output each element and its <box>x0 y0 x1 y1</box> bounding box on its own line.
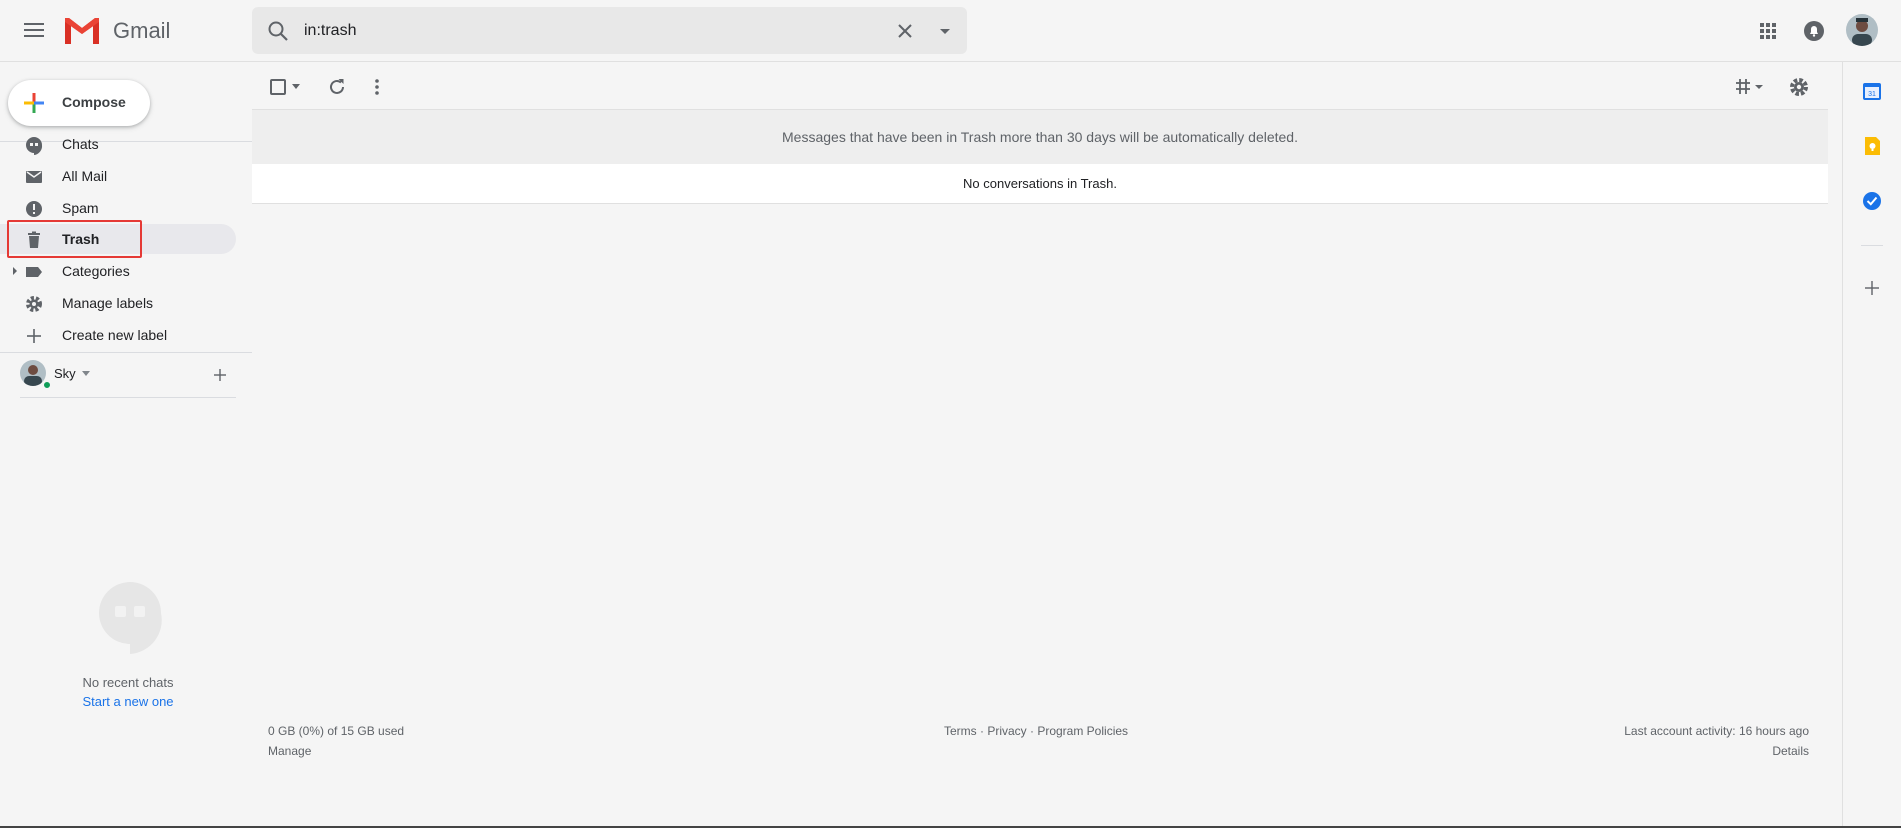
trash-retention-notice: Messages that have been in Trash more th… <box>252 110 1828 164</box>
more-options-icon[interactable] <box>366 76 388 98</box>
plus-icon <box>27 329 41 343</box>
main-menu-icon[interactable] <box>18 14 50 46</box>
account-avatar[interactable] <box>1846 14 1878 46</box>
storage-info: 0 GB (0%) of 15 GB used Manage <box>268 721 404 761</box>
sidebar-item-label: Manage labels <box>62 295 154 311</box>
sidebar-item-label: Chats <box>62 136 99 152</box>
trash-icon <box>28 231 40 248</box>
sidebar-item-label: All Mail <box>62 168 108 184</box>
hangouts-chat-icon <box>99 582 162 654</box>
sidebar-divider <box>20 397 236 398</box>
start-new-chat-link[interactable]: Start a new one <box>0 694 256 709</box>
compose-label: Compose <box>62 94 126 110</box>
sidebar-item-label: Spam <box>62 200 99 216</box>
compose-plus-icon <box>24 93 44 113</box>
keep-icon[interactable] <box>1861 135 1883 157</box>
hangouts-user[interactable]: Sky <box>20 360 240 390</box>
sidebar-item-label: Categories <box>62 263 130 279</box>
calendar-icon[interactable]: 31 <box>1861 80 1883 102</box>
notifications-icon[interactable] <box>1802 19 1826 43</box>
side-panel: 31 <box>1842 62 1901 828</box>
policy-links[interactable]: Terms · Privacy · Program Policies <box>944 721 1128 741</box>
get-addons-plus-icon[interactable] <box>1861 277 1883 299</box>
activity-details-link[interactable]: Details <box>1624 741 1809 761</box>
gmail-logo[interactable] <box>62 14 102 46</box>
sidebar-divider <box>0 352 252 353</box>
gear-icon <box>26 296 42 312</box>
mail-icon <box>26 171 42 183</box>
select-all-checkbox[interactable] <box>270 79 286 95</box>
sidebar-item-label: Trash <box>62 231 100 247</box>
account-activity: Last account activity: 16 hours ago Deta… <box>1624 721 1809 761</box>
manage-storage-link[interactable]: Manage <box>268 741 404 761</box>
label-icon <box>26 267 42 277</box>
compose-button[interactable]: Compose <box>8 80 150 126</box>
clear-search-icon[interactable] <box>892 18 918 44</box>
sidebar-item-manage-labels[interactable]: Manage labels <box>0 288 236 318</box>
apps-grid-icon[interactable] <box>1756 19 1780 43</box>
mail-toolbar <box>252 62 1828 110</box>
online-status-indicator <box>42 380 52 390</box>
sidebar-item-spam[interactable]: Spam <box>0 193 236 223</box>
side-panel-divider <box>1861 245 1883 246</box>
tasks-icon[interactable] <box>1861 190 1883 212</box>
chats-icon <box>26 137 43 155</box>
sidebar-item-trash[interactable]: Trash <box>0 224 236 254</box>
new-conversation-icon[interactable] <box>210 365 230 385</box>
search-options-icon[interactable] <box>932 18 958 44</box>
sidebar-item-label: Create new label <box>62 327 168 343</box>
sidebar-item-create-label[interactable]: Create new label <box>0 320 236 350</box>
expand-arrow-icon[interactable] <box>11 267 19 275</box>
hangouts-user-name: Sky <box>54 366 76 381</box>
empty-trash-message: No conversations in Trash. <box>252 164 1828 204</box>
sidebar-item-categories[interactable]: Categories <box>0 256 236 286</box>
search-icon[interactable] <box>266 19 290 43</box>
sidebar-item-all-mail[interactable]: All Mail <box>0 161 236 191</box>
settings-gear-icon[interactable] <box>1788 76 1810 98</box>
last-activity-text: Last account activity: 16 hours ago <box>1624 724 1809 738</box>
spam-icon <box>26 201 42 217</box>
no-recent-chats-text: No recent chats <box>82 675 174 690</box>
app-name: Gmail <box>113 18 171 43</box>
refresh-icon[interactable] <box>326 76 348 98</box>
search-bar[interactable] <box>252 7 967 54</box>
chevron-down-icon[interactable] <box>82 371 90 377</box>
storage-usage-text: 0 GB (0%) of 15 GB used <box>268 724 405 738</box>
top-bar: Gmail <box>0 0 1901 62</box>
input-tools-icon[interactable] <box>1732 76 1766 98</box>
svg-text:31: 31 <box>1868 91 1876 98</box>
select-options-chevron-icon[interactable] <box>292 84 300 90</box>
sidebar-item-chats[interactable]: Chats <box>0 129 236 159</box>
search-input[interactable] <box>304 19 884 43</box>
